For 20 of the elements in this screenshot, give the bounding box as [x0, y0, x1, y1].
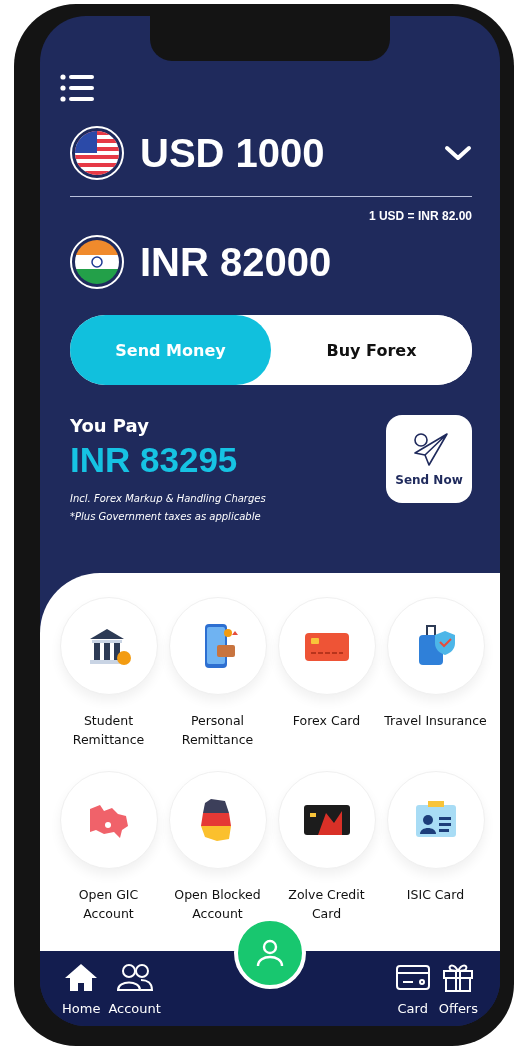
send-amount: USD 1000 [140, 130, 326, 176]
receive-amount: INR 82000 [140, 239, 333, 285]
charges-note: Incl. Forex Markup & Handling Charges [70, 492, 266, 506]
service-label: Open Blocked Account [173, 886, 262, 923]
nav-tab[interactable]: Offers [434, 961, 482, 1016]
service-label: ISIC Card [405, 886, 466, 904]
send-now-button[interactable]: Send Now [386, 415, 472, 503]
exchange-rate: 1 USD = INR 82.00 [367, 209, 472, 223]
nav-tab[interactable]: Account [104, 961, 165, 1016]
service-label: Open GIC Account [77, 886, 140, 923]
nav-tab[interactable]: Card [390, 961, 435, 1016]
nav-tab[interactable]: Home [58, 961, 105, 1016]
pay-title: You Pay [70, 415, 150, 436]
charges-note: *Plus Government taxes as applicable [70, 510, 262, 524]
service-label: Forex Card [291, 712, 362, 730]
service-label: Travel Insurance [383, 712, 488, 730]
pay-amount: INR 83295 [70, 440, 239, 480]
service-label: Personal Remittance [180, 712, 255, 749]
service-label: Zolve Credit Card [287, 886, 366, 923]
service-label: Student Remittance [71, 712, 146, 749]
